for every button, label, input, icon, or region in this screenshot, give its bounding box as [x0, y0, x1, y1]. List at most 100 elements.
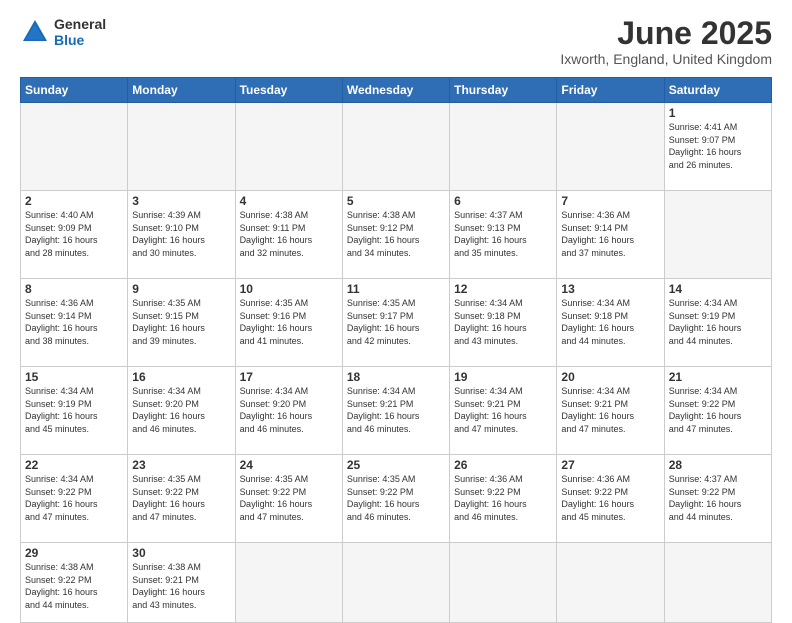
col-sunday: Sunday	[21, 78, 128, 103]
day-info: Sunrise: 4:35 AMSunset: 9:22 PMDaylight:…	[347, 473, 445, 523]
empty-cell	[557, 103, 664, 191]
day-number: 26	[454, 458, 552, 472]
day-number: 13	[561, 282, 659, 296]
col-thursday: Thursday	[450, 78, 557, 103]
day-info: Sunrise: 4:38 AMSunset: 9:21 PMDaylight:…	[132, 561, 230, 611]
week-row-1: 1 Sunrise: 4:41 AMSunset: 9:07 PMDayligh…	[21, 103, 772, 191]
day-info: Sunrise: 4:34 AMSunset: 9:20 PMDaylight:…	[240, 385, 338, 435]
day-number: 1	[669, 106, 767, 120]
day-number: 16	[132, 370, 230, 384]
day-number: 25	[347, 458, 445, 472]
day-number: 7	[561, 194, 659, 208]
empty-cell	[450, 103, 557, 191]
day-number: 19	[454, 370, 552, 384]
day-number: 4	[240, 194, 338, 208]
day-number: 21	[669, 370, 767, 384]
day-cell-12: 12 Sunrise: 4:34 AMSunset: 9:18 PMDaylig…	[450, 279, 557, 367]
day-cell-16: 16 Sunrise: 4:34 AMSunset: 9:20 PMDaylig…	[128, 367, 235, 455]
day-info: Sunrise: 4:34 AMSunset: 9:21 PMDaylight:…	[347, 385, 445, 435]
calendar: Sunday Monday Tuesday Wednesday Thursday…	[20, 77, 772, 623]
col-monday: Monday	[128, 78, 235, 103]
logo-text: General Blue	[54, 16, 106, 48]
empty-cell	[557, 543, 664, 623]
day-cell-23: 23 Sunrise: 4:35 AMSunset: 9:22 PMDaylig…	[128, 455, 235, 543]
logo: General Blue	[20, 16, 106, 48]
day-cell-9: 9 Sunrise: 4:35 AMSunset: 9:15 PMDayligh…	[128, 279, 235, 367]
day-info: Sunrise: 4:35 AMSunset: 9:22 PMDaylight:…	[240, 473, 338, 523]
day-info: Sunrise: 4:38 AMSunset: 9:11 PMDaylight:…	[240, 209, 338, 259]
day-cell-14: 14 Sunrise: 4:34 AMSunset: 9:19 PMDaylig…	[664, 279, 771, 367]
day-info: Sunrise: 4:34 AMSunset: 9:19 PMDaylight:…	[669, 297, 767, 347]
day-number: 12	[454, 282, 552, 296]
empty-cell	[342, 543, 449, 623]
day-cell-4: 4 Sunrise: 4:38 AMSunset: 9:11 PMDayligh…	[235, 191, 342, 279]
day-number: 15	[25, 370, 123, 384]
day-info: Sunrise: 4:38 AMSunset: 9:22 PMDaylight:…	[25, 561, 123, 611]
day-cell-22: 22 Sunrise: 4:34 AMSunset: 9:22 PMDaylig…	[21, 455, 128, 543]
day-info: Sunrise: 4:36 AMSunset: 9:22 PMDaylight:…	[561, 473, 659, 523]
day-cell-1: 1 Sunrise: 4:41 AMSunset: 9:07 PMDayligh…	[664, 103, 771, 191]
day-info: Sunrise: 4:34 AMSunset: 9:19 PMDaylight:…	[25, 385, 123, 435]
day-info: Sunrise: 4:41 AMSunset: 9:07 PMDaylight:…	[669, 121, 767, 171]
day-cell-20: 20 Sunrise: 4:34 AMSunset: 9:21 PMDaylig…	[557, 367, 664, 455]
day-number: 6	[454, 194, 552, 208]
day-cell-25: 25 Sunrise: 4:35 AMSunset: 9:22 PMDaylig…	[342, 455, 449, 543]
day-number: 29	[25, 546, 123, 560]
day-info: Sunrise: 4:34 AMSunset: 9:21 PMDaylight:…	[454, 385, 552, 435]
day-number: 27	[561, 458, 659, 472]
day-info: Sunrise: 4:37 AMSunset: 9:22 PMDaylight:…	[669, 473, 767, 523]
day-info: Sunrise: 4:34 AMSunset: 9:18 PMDaylight:…	[454, 297, 552, 347]
col-wednesday: Wednesday	[342, 78, 449, 103]
day-cell-15: 15 Sunrise: 4:34 AMSunset: 9:19 PMDaylig…	[21, 367, 128, 455]
day-number: 2	[25, 194, 123, 208]
day-number: 3	[132, 194, 230, 208]
day-info: Sunrise: 4:38 AMSunset: 9:12 PMDaylight:…	[347, 209, 445, 259]
week-row-4: 15 Sunrise: 4:34 AMSunset: 9:19 PMDaylig…	[21, 367, 772, 455]
day-info: Sunrise: 4:34 AMSunset: 9:20 PMDaylight:…	[132, 385, 230, 435]
week-row-3: 8 Sunrise: 4:36 AMSunset: 9:14 PMDayligh…	[21, 279, 772, 367]
col-tuesday: Tuesday	[235, 78, 342, 103]
calendar-header-row: Sunday Monday Tuesday Wednesday Thursday…	[21, 78, 772, 103]
day-cell-29: 29 Sunrise: 4:38 AMSunset: 9:22 PMDaylig…	[21, 543, 128, 623]
day-info: Sunrise: 4:35 AMSunset: 9:16 PMDaylight:…	[240, 297, 338, 347]
day-cell-10: 10 Sunrise: 4:35 AMSunset: 9:16 PMDaylig…	[235, 279, 342, 367]
day-info: Sunrise: 4:35 AMSunset: 9:15 PMDaylight:…	[132, 297, 230, 347]
day-info: Sunrise: 4:39 AMSunset: 9:10 PMDaylight:…	[132, 209, 230, 259]
week-row-6: 29 Sunrise: 4:38 AMSunset: 9:22 PMDaylig…	[21, 543, 772, 623]
day-cell-30: 30 Sunrise: 4:38 AMSunset: 9:21 PMDaylig…	[128, 543, 235, 623]
day-number: 9	[132, 282, 230, 296]
day-cell-21: 21 Sunrise: 4:34 AMSunset: 9:22 PMDaylig…	[664, 367, 771, 455]
day-cell-24: 24 Sunrise: 4:35 AMSunset: 9:22 PMDaylig…	[235, 455, 342, 543]
day-cell-13: 13 Sunrise: 4:34 AMSunset: 9:18 PMDaylig…	[557, 279, 664, 367]
week-row-5: 22 Sunrise: 4:34 AMSunset: 9:22 PMDaylig…	[21, 455, 772, 543]
empty-cell	[235, 543, 342, 623]
day-info: Sunrise: 4:36 AMSunset: 9:14 PMDaylight:…	[561, 209, 659, 259]
day-number: 17	[240, 370, 338, 384]
header: General Blue June 2025 Ixworth, England,…	[20, 16, 772, 67]
day-cell-6: 6 Sunrise: 4:37 AMSunset: 9:13 PMDayligh…	[450, 191, 557, 279]
day-cell-7: 7 Sunrise: 4:36 AMSunset: 9:14 PMDayligh…	[557, 191, 664, 279]
day-number: 28	[669, 458, 767, 472]
day-cell-2: 2 Sunrise: 4:40 AMSunset: 9:09 PMDayligh…	[21, 191, 128, 279]
day-info: Sunrise: 4:34 AMSunset: 9:21 PMDaylight:…	[561, 385, 659, 435]
day-cell-18: 18 Sunrise: 4:34 AMSunset: 9:21 PMDaylig…	[342, 367, 449, 455]
day-info: Sunrise: 4:36 AMSunset: 9:14 PMDaylight:…	[25, 297, 123, 347]
page: General Blue June 2025 Ixworth, England,…	[0, 0, 792, 612]
logo-icon	[20, 17, 50, 47]
day-info: Sunrise: 4:35 AMSunset: 9:22 PMDaylight:…	[132, 473, 230, 523]
day-info: Sunrise: 4:34 AMSunset: 9:18 PMDaylight:…	[561, 297, 659, 347]
day-number: 30	[132, 546, 230, 560]
day-number: 14	[669, 282, 767, 296]
day-cell-19: 19 Sunrise: 4:34 AMSunset: 9:21 PMDaylig…	[450, 367, 557, 455]
day-info: Sunrise: 4:37 AMSunset: 9:13 PMDaylight:…	[454, 209, 552, 259]
empty-cell	[128, 103, 235, 191]
day-number: 20	[561, 370, 659, 384]
month-title: June 2025	[560, 16, 772, 51]
title-section: June 2025 Ixworth, England, United Kingd…	[560, 16, 772, 67]
day-cell-27: 27 Sunrise: 4:36 AMSunset: 9:22 PMDaylig…	[557, 455, 664, 543]
col-friday: Friday	[557, 78, 664, 103]
empty-cell	[664, 543, 771, 623]
week-row-2: 2 Sunrise: 4:40 AMSunset: 9:09 PMDayligh…	[21, 191, 772, 279]
day-cell-11: 11 Sunrise: 4:35 AMSunset: 9:17 PMDaylig…	[342, 279, 449, 367]
day-cell-26: 26 Sunrise: 4:36 AMSunset: 9:22 PMDaylig…	[450, 455, 557, 543]
